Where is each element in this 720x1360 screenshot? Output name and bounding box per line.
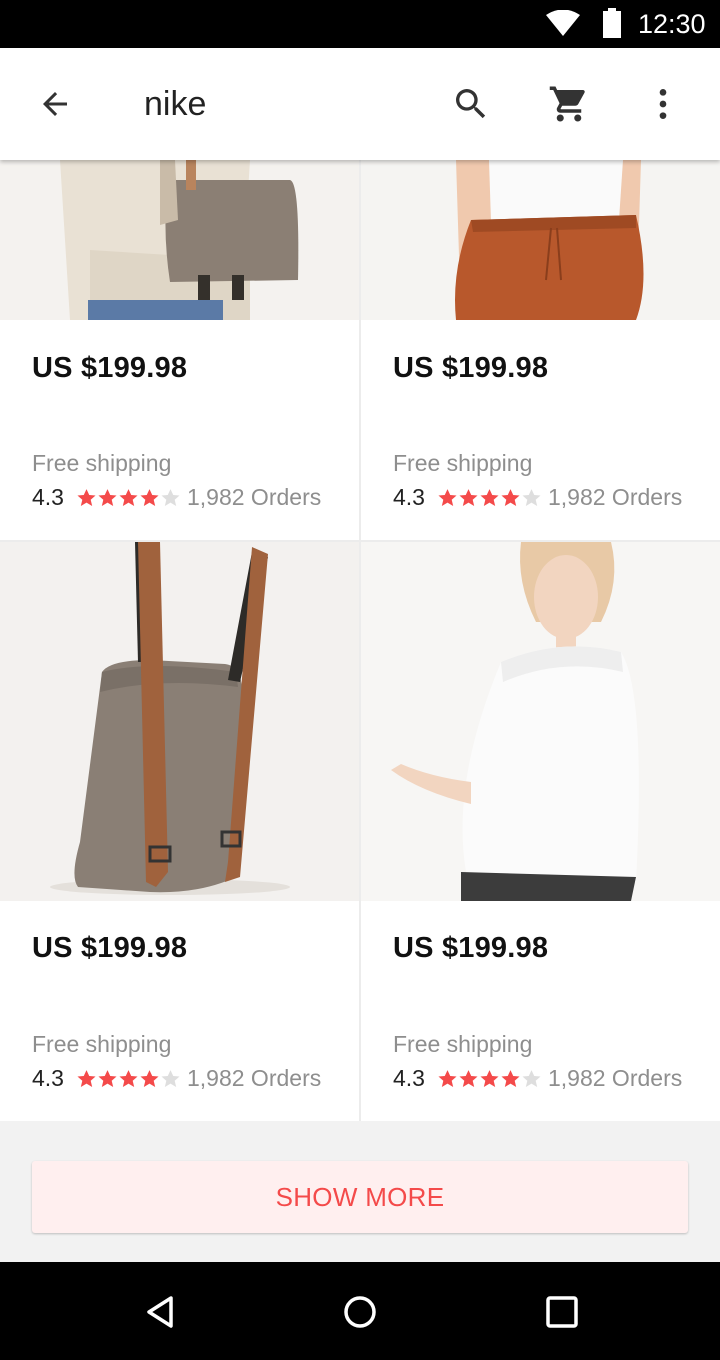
star-filled-icon (77, 488, 96, 506)
nav-back-button[interactable] (134, 1286, 186, 1338)
star-filled-icon (119, 488, 138, 506)
back-arrow-icon (43, 92, 67, 116)
product-price: US $199.98 (393, 932, 549, 964)
product-image (361, 542, 720, 901)
woman-in-rust-skirt-image (361, 160, 720, 320)
nav-back-icon (147, 1296, 173, 1328)
search-icon (456, 89, 486, 119)
star-filled-icon (77, 1069, 96, 1087)
star-empty-icon (522, 488, 541, 506)
star-filled-icon (98, 1069, 117, 1087)
star-empty-icon (161, 1069, 180, 1087)
battery-icon (603, 8, 621, 38)
star-filled-icon (438, 1069, 457, 1087)
star-filled-icon (119, 1069, 138, 1087)
product-card[interactable]: US $199.98 Free shipping 4.3 1,982 Order… (361, 160, 720, 540)
star-filled-icon (459, 488, 478, 506)
rating-row: 4.3 1,982 Orders (393, 1063, 682, 1093)
more-vert-icon (659, 89, 667, 119)
rating-value: 4.3 (393, 483, 425, 510)
star-filled-icon (459, 1069, 478, 1087)
orders-count: 1,982 Orders (547, 483, 683, 510)
star-empty-icon (161, 488, 180, 506)
orders-count: 1,982 Orders (186, 1064, 322, 1091)
nav-recents-icon (546, 1296, 578, 1328)
product-price: US $199.98 (32, 352, 188, 384)
product-grid: US $199.98 Free shipping 4.3 1,982 Order… (0, 160, 720, 1121)
status-time: 12:30 (638, 9, 706, 39)
show-more-button[interactable]: SHOW MORE (32, 1161, 688, 1233)
system-nav-bar (0, 1262, 720, 1360)
search-button[interactable] (443, 76, 499, 132)
product-price: US $199.98 (393, 352, 549, 384)
product-image (361, 160, 720, 320)
product-card[interactable]: US $199.98 Free shipping 4.3 1,982 Order… (361, 542, 720, 1121)
product-price: US $199.98 (32, 932, 188, 964)
cart-icon (549, 86, 585, 122)
rating-row: 4.3 1,982 Orders (32, 1063, 321, 1093)
star-filled-icon (501, 488, 520, 506)
status-bar: 12:30 (0, 0, 720, 48)
grey-canvas-backpack-image (0, 542, 359, 901)
cart-button[interactable] (541, 76, 597, 132)
page-title: nike (144, 85, 207, 123)
rating-row: 4.3 1,982 Orders (393, 482, 682, 512)
rating-row: 4.3 1,982 Orders (32, 482, 321, 512)
star-rating (437, 487, 542, 508)
star-rating (76, 487, 181, 508)
shipping-label: Free shipping (393, 450, 533, 476)
product-image (0, 160, 359, 320)
product-card[interactable]: US $199.98 Free shipping 4.3 1,982 Order… (0, 542, 359, 1121)
rating-value: 4.3 (393, 1064, 425, 1091)
rating-value: 4.3 (32, 1064, 64, 1091)
star-rating (437, 1068, 542, 1089)
product-image (0, 542, 359, 901)
rating-value: 4.3 (32, 483, 64, 510)
nav-home-icon (344, 1296, 376, 1328)
back-button[interactable] (27, 76, 83, 132)
shipping-label: Free shipping (393, 1031, 533, 1057)
woman-in-white-top-image (361, 542, 720, 901)
star-rating (76, 1068, 181, 1089)
more-options-button[interactable] (635, 76, 691, 132)
orders-count: 1,982 Orders (547, 1064, 683, 1091)
star-filled-icon (140, 1069, 159, 1087)
nav-recents-button[interactable] (536, 1286, 588, 1338)
star-empty-icon (522, 1069, 541, 1087)
star-filled-icon (501, 1069, 520, 1087)
show-more-section: SHOW MORE (0, 1121, 720, 1262)
product-card[interactable]: US $199.98 Free shipping 4.3 1,982 Order… (0, 160, 359, 540)
nav-home-button[interactable] (334, 1286, 386, 1338)
star-filled-icon (480, 1069, 499, 1087)
wifi-icon (546, 10, 580, 36)
star-filled-icon (480, 488, 499, 506)
star-filled-icon (98, 488, 117, 506)
shipping-label: Free shipping (32, 450, 172, 476)
shipping-label: Free shipping (32, 1031, 172, 1057)
woman-with-grey-backpack-image (0, 160, 359, 320)
app-bar: nike (0, 48, 720, 160)
star-filled-icon (140, 488, 159, 506)
star-filled-icon (438, 488, 457, 506)
orders-count: 1,982 Orders (186, 483, 322, 510)
